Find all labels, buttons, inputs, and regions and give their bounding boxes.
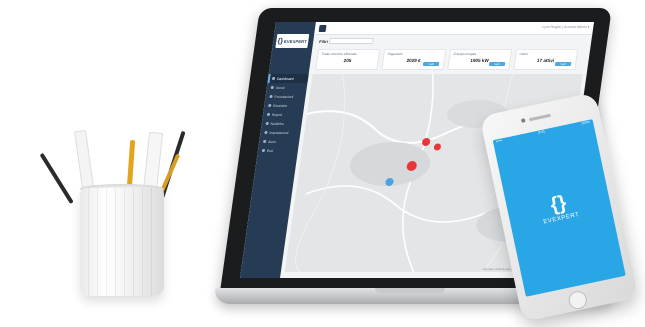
card-value: 205 bbox=[343, 58, 352, 63]
card-title: Pagamenti bbox=[387, 52, 404, 56]
card-title: Energia erogata bbox=[453, 52, 477, 56]
pencil-cup bbox=[80, 188, 164, 296]
sidebar-item-label: Report bbox=[271, 112, 283, 117]
sidebar-item-label: Dashboard bbox=[276, 76, 294, 81]
sidebar-item-label: Esci bbox=[266, 148, 274, 153]
phone-screen[interactable]: ••••• 9:41 100% {} EVEXPERT bbox=[492, 119, 626, 297]
signal-icon: ••••• bbox=[495, 138, 503, 144]
sidebar-item-label: Ricariche bbox=[272, 103, 288, 108]
card-view-button[interactable]: Vedi bbox=[422, 62, 440, 66]
card-title: Totale ricariche effettuate bbox=[321, 52, 358, 56]
sidebar-item-settings[interactable]: Impostazioni bbox=[260, 128, 301, 137]
laptop-notch bbox=[375, 288, 445, 293]
card-title: Utenti bbox=[519, 52, 529, 56]
stat-card-charges: Totale ricariche effettuate 205 bbox=[315, 49, 381, 70]
stat-card-users: Utenti 17 attivi Vedi bbox=[513, 49, 579, 70]
home-button[interactable] bbox=[567, 289, 589, 311]
sidebar-item-report[interactable]: Report bbox=[262, 110, 303, 119]
card-view-button[interactable]: Vedi bbox=[488, 62, 506, 66]
card-view-button[interactable]: Vedi bbox=[554, 62, 572, 66]
battery-icon: 100% bbox=[580, 119, 591, 126]
sidebar-item-dashboard[interactable]: Dashboard bbox=[267, 74, 309, 83]
gear-icon bbox=[264, 131, 268, 134]
phone-clock: 9:41 bbox=[537, 129, 546, 135]
dashboard-icon bbox=[271, 77, 276, 80]
sidebar-item-charges[interactable]: Ricariche bbox=[264, 101, 305, 110]
filter-select[interactable] bbox=[328, 38, 374, 44]
speaker-grille bbox=[528, 113, 552, 122]
phone-status-bar: ••••• 9:41 100% bbox=[493, 119, 594, 146]
sidebar-item-notifications[interactable]: Notifiche bbox=[261, 119, 302, 128]
brand-logo[interactable]: {} EVEXPERT bbox=[275, 34, 310, 48]
stat-card-energy: Energia erogata 1905 kW Vedi bbox=[447, 49, 513, 70]
sidebar-item-users[interactable]: Utenti bbox=[266, 83, 307, 92]
stat-card-payments: Pagamenti 2029 € Vedi bbox=[381, 49, 447, 70]
filter-label: Filtri bbox=[318, 39, 329, 44]
users-icon bbox=[270, 86, 274, 89]
sidebar-item-label: Impostazioni bbox=[269, 130, 289, 135]
calendar-icon bbox=[269, 95, 273, 98]
bell-icon bbox=[265, 122, 269, 125]
hamburger-menu-icon[interactable] bbox=[318, 25, 327, 32]
user-menu[interactable]: Lyon Region | Account Admin ▾ bbox=[542, 25, 589, 29]
sidebar-item-help[interactable]: Aiuto bbox=[259, 137, 300, 146]
sidebar-item-label: Aiuto bbox=[267, 139, 277, 144]
sidebar-item-bookings[interactable]: Prenotazioni bbox=[265, 92, 306, 101]
logout-icon bbox=[261, 149, 266, 152]
bolt-icon bbox=[268, 104, 272, 107]
camera-icon bbox=[520, 118, 526, 123]
help-icon bbox=[262, 140, 267, 143]
product-mockup-scene: {} EVEXPERT Dashboard Utenti Prenotazion… bbox=[0, 0, 645, 327]
sidebar-item-label: Notifiche bbox=[270, 121, 285, 126]
report-icon bbox=[266, 113, 271, 116]
phone-splash-logo: {} EVEXPERT bbox=[506, 184, 612, 233]
sidebar-item-logout[interactable]: Esci bbox=[257, 146, 298, 155]
brand-name: EVEXPERT bbox=[283, 38, 308, 44]
pencil-icon bbox=[39, 152, 74, 205]
sidebar-item-label: Prenotazioni bbox=[274, 94, 294, 99]
sidebar-item-label: Utenti bbox=[275, 85, 285, 90]
